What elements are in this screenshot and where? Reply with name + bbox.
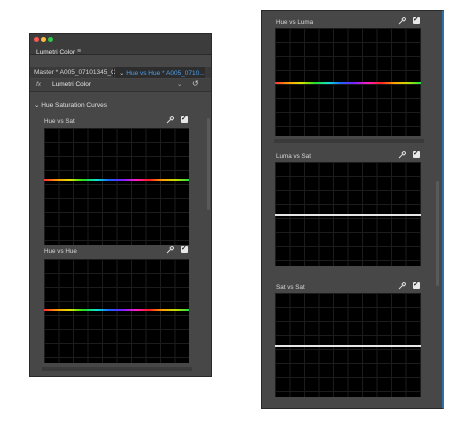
section-header[interactable]: ⌄ Hue Saturation Curves <box>34 101 107 109</box>
effect-row: fx Lumetri Color ⌄ ↺ <box>30 79 211 92</box>
section-title: Hue Saturation Curves <box>41 102 108 109</box>
curve-line <box>44 309 189 311</box>
maximize-window-button[interactable] <box>48 37 53 42</box>
curve-label: Hue vs Sat <box>44 118 75 125</box>
eyedropper-icon[interactable] <box>166 116 174 124</box>
vertical-scrollbar[interactable] <box>207 118 210 210</box>
horizontal-scrollbar[interactable] <box>42 367 192 371</box>
curve-line <box>275 345 421 347</box>
luma-vs-sat-curve[interactable] <box>275 162 421 266</box>
minimize-window-button[interactable] <box>41 37 46 42</box>
reset-icon[interactable]: ↺ <box>192 79 199 88</box>
eyedropper-icon[interactable] <box>166 246 174 254</box>
eyedropper-icon[interactable] <box>398 17 406 25</box>
sat-vs-sat-curve[interactable] <box>275 293 421 397</box>
fx-badge[interactable]: fx <box>36 81 41 88</box>
curve-line <box>275 214 421 216</box>
curve-enable-checkbox[interactable]: ✓ <box>413 16 420 24</box>
tab-master-clip[interactable]: Master * A005_07101345_C... <box>34 69 121 76</box>
tab-active-clip[interactable]: ⌄ Hue vs Hue * A005_0710... <box>115 67 205 78</box>
lumetri-color-panel: Lumetri Color ≡ Master * A005_07101345_C… <box>29 33 212 377</box>
effect-name: Lumetri Color <box>52 81 92 88</box>
eyedropper-icon[interactable] <box>398 282 406 290</box>
close-window-button[interactable] <box>34 37 39 42</box>
chevron-down-icon: ⌄ <box>34 102 40 109</box>
curve-label: Hue vs Hue <box>44 248 77 255</box>
horizontal-scrollbar[interactable] <box>274 139 424 143</box>
curve-enable-checkbox[interactable]: ✓ <box>413 281 420 289</box>
tab-divider <box>113 68 114 77</box>
curve-enable-checkbox[interactable]: ✓ <box>181 245 188 253</box>
panel-title: Lumetri Color <box>36 49 76 56</box>
eyedropper-icon[interactable] <box>398 151 406 159</box>
hue-vs-hue-curve[interactable] <box>44 259 189 363</box>
lumetri-color-panel-scrolled: Hue vs Luma ✓ Luma vs Sat ✓ Sat vs Sat ✓ <box>261 10 444 409</box>
hue-vs-luma-curve[interactable] <box>275 28 421 136</box>
curve-enable-checkbox[interactable]: ✓ <box>413 150 420 158</box>
chevron-down-icon[interactable]: ⌄ <box>177 80 182 88</box>
tab-active-clip-label: Hue vs Hue * A005_0710... <box>126 70 205 77</box>
curve-label: Luma vs Sat <box>276 153 311 160</box>
vertical-scrollbar[interactable] <box>436 181 439 286</box>
curve-line <box>44 179 189 181</box>
menu-icon[interactable]: ≡ <box>77 48 81 55</box>
curve-label: Hue vs Luma <box>276 19 314 26</box>
curve-label: Sat vs Sat <box>276 284 305 291</box>
curve-line <box>275 82 421 84</box>
curve-enable-checkbox[interactable]: ✓ <box>181 115 188 123</box>
hue-vs-sat-curve[interactable] <box>44 128 189 245</box>
clip-tab-bar: Master * A005_07101345_C... ⌄ Hue vs Hue… <box>30 67 211 78</box>
